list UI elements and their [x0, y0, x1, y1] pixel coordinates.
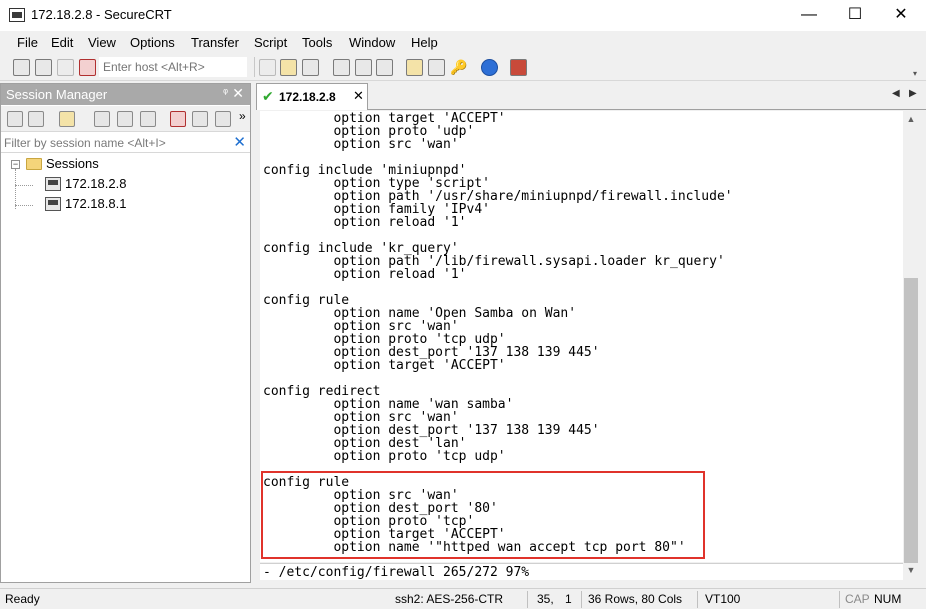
- highlight-annotation-box: [261, 471, 705, 559]
- sm-find-icon[interactable]: [215, 111, 231, 127]
- filter-clear-icon[interactable]: ✕: [233, 133, 246, 151]
- scroll-down-icon[interactable]: ▼: [903, 562, 919, 578]
- menu-view[interactable]: View: [88, 35, 116, 50]
- terminal-scrollbar[interactable]: ▲ ▼: [903, 111, 919, 578]
- session-manager-toolbar: »: [1, 106, 250, 132]
- tree-item-sessions[interactable]: − Sessions: [1, 154, 250, 174]
- print-setup-icon[interactable]: [333, 59, 350, 76]
- terminal-line: option target 'ACCEPT': [263, 358, 506, 373]
- global-options-icon[interactable]: [428, 59, 445, 76]
- session-icon: [45, 177, 61, 191]
- tree-item-session[interactable]: 172.18.2.8: [1, 174, 250, 194]
- reconnect-icon[interactable]: [57, 59, 74, 76]
- tab-next-icon[interactable]: ▶: [909, 88, 917, 99]
- scroll-up-icon[interactable]: ▲: [903, 111, 919, 127]
- maximize-button[interactable]: ☐: [832, 0, 878, 31]
- session-manager-header: Session Manager ᵠ ✕: [1, 84, 250, 105]
- help-icon[interactable]: [481, 59, 498, 76]
- print-icon[interactable]: [355, 59, 372, 76]
- terminal-line: option reload '1': [263, 267, 467, 282]
- pager-status-text: - /etc/config/firewall 265/272 97%: [263, 565, 530, 580]
- menu-transfer[interactable]: Transfer: [191, 35, 239, 50]
- status-emulation: VT100: [705, 592, 741, 606]
- title-bar: 172.18.2.8 - SecureCRT — ☐ ✕: [0, 0, 926, 31]
- tree-item-label: Sessions: [46, 156, 99, 171]
- keymap-icon[interactable]: 🔑: [450, 59, 467, 76]
- status-divider: [581, 591, 582, 608]
- session-manager-panel: Session Manager ᵠ ✕ » Filter by session …: [0, 83, 251, 583]
- session-manager-title: Session Manager: [6, 87, 108, 102]
- status-col: 1: [565, 592, 572, 606]
- status-divider: [527, 591, 528, 608]
- menu-options[interactable]: Options: [130, 35, 175, 50]
- tab-prev-icon[interactable]: ◀: [892, 88, 900, 99]
- menu-tools[interactable]: Tools: [302, 35, 332, 50]
- print-screen-icon[interactable]: [376, 59, 393, 76]
- status-ready: Ready: [5, 592, 40, 606]
- connect-icon[interactable]: [13, 59, 30, 76]
- host-input[interactable]: [99, 57, 247, 77]
- menu-file[interactable]: File: [17, 35, 38, 50]
- sm-cut-icon[interactable]: [94, 111, 110, 127]
- menu-window[interactable]: Window: [349, 35, 395, 50]
- menu-help[interactable]: Help: [411, 35, 438, 50]
- toolbar-overflow-icon[interactable]: ▾: [913, 70, 921, 78]
- session-tab-strip: ✔ 172.18.2.8 ✕ ◀ ▶: [256, 83, 926, 110]
- minimize-button[interactable]: —: [786, 0, 832, 31]
- sm-connect-tab-icon[interactable]: [28, 111, 44, 127]
- sftp-icon[interactable]: [510, 59, 527, 76]
- copy-icon[interactable]: [259, 59, 276, 76]
- terminal-line: option src 'wan': [263, 137, 459, 152]
- status-divider: [839, 591, 840, 608]
- pager-status-line: - /etc/config/firewall 265/272 97%: [260, 563, 903, 580]
- sm-toolbar-more-icon[interactable]: »: [239, 109, 246, 123]
- quick-connect-icon[interactable]: [35, 59, 52, 76]
- tab-session[interactable]: ✔ 172.18.2.8 ✕: [256, 83, 368, 110]
- disconnect-icon[interactable]: [79, 59, 96, 76]
- pin-icon[interactable]: ᵠ: [223, 87, 228, 99]
- tree-item-label: 172.18.8.1: [65, 196, 127, 211]
- session-filter-placeholder: Filter by session name <Alt+I>: [4, 136, 166, 150]
- paste-icon[interactable]: [280, 59, 297, 76]
- session-options-icon[interactable]: [406, 59, 423, 76]
- status-caps-lock: CAP: [845, 592, 870, 606]
- menu-bar: File Edit View Options Transfer Script T…: [0, 31, 926, 53]
- session-manager-close-button[interactable]: ✕: [232, 85, 244, 102]
- securecrt-app-icon: [9, 8, 25, 22]
- sm-properties-icon[interactable]: [192, 111, 208, 127]
- status-dimensions: 36 Rows, 80 Cols: [588, 592, 683, 606]
- status-num-lock: NUM: [874, 592, 902, 606]
- menu-edit[interactable]: Edit: [51, 35, 73, 50]
- session-icon: [45, 197, 61, 211]
- status-divider: [697, 591, 698, 608]
- menu-script[interactable]: Script: [254, 35, 287, 50]
- sm-new-session-icon[interactable]: [59, 111, 75, 127]
- tab-label: 172.18.2.8: [279, 90, 336, 104]
- window-title: 172.18.2.8 - SecureCRT: [31, 7, 172, 22]
- find-icon[interactable]: [302, 59, 319, 76]
- status-cipher: ssh2: AES-256-CTR: [395, 592, 504, 606]
- tab-close-icon[interactable]: ✕: [353, 88, 364, 104]
- terminal-line: option reload '1': [263, 215, 467, 230]
- connected-check-icon: ✔: [262, 88, 274, 104]
- toolbar-separator: [254, 57, 255, 77]
- folder-icon: [26, 158, 42, 170]
- tree-item-label: 172.18.2.8: [65, 176, 127, 191]
- sm-paste-icon[interactable]: [140, 111, 156, 127]
- scrollbar-thumb[interactable]: [904, 278, 918, 563]
- sm-copy-icon[interactable]: [117, 111, 133, 127]
- sm-connect-icon[interactable]: [7, 111, 23, 127]
- status-bar: Ready ssh2: AES-256-CTR 35, 1 36 Rows, 8…: [0, 588, 926, 609]
- terminal-line: option proto 'tcp udp': [263, 449, 506, 464]
- sm-delete-icon[interactable]: [170, 111, 186, 127]
- close-button[interactable]: ✕: [878, 0, 924, 31]
- collapse-icon[interactable]: −: [11, 160, 20, 169]
- tree-item-session[interactable]: 172.18.8.1: [1, 194, 250, 214]
- session-filter[interactable]: Filter by session name <Alt+I> ✕: [1, 133, 250, 153]
- status-row: 35,: [537, 592, 554, 606]
